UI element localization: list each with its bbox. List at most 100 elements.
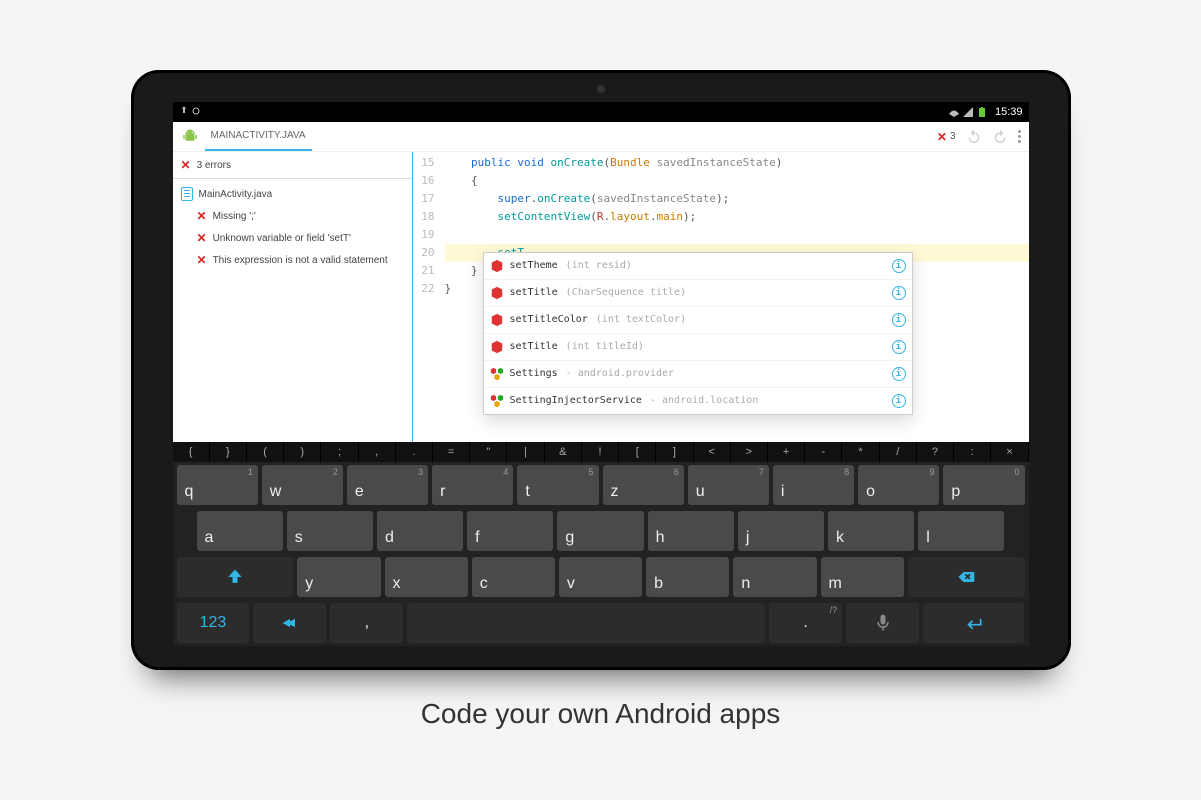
numeric-key[interactable]: 123 — [177, 603, 250, 643]
key-p[interactable]: p0 — [943, 465, 1024, 505]
code-content[interactable]: public void onCreate(Bundle savedInstanc… — [439, 152, 1029, 442]
symbol-key[interactable]: < — [694, 442, 731, 462]
symbol-key[interactable]: " — [470, 442, 507, 462]
symbol-key[interactable]: ( — [247, 442, 284, 462]
errors-panel: ✕ 3 errors MainActivity.java ✕ Missing '… — [173, 152, 413, 442]
errors-panel-title: 3 errors — [197, 160, 231, 171]
symbol-key[interactable]: [ — [619, 442, 656, 462]
key-r[interactable]: r4 — [432, 465, 513, 505]
key-n[interactable]: n — [733, 557, 816, 597]
info-icon[interactable]: i — [892, 259, 906, 273]
undo-icon[interactable] — [966, 129, 982, 145]
error-item[interactable]: ✕ Unknown variable or field 'setT' — [173, 227, 412, 249]
emoji-key[interactable] — [253, 603, 326, 643]
file-tab-label: MAINACTIVITY.JAVA — [211, 130, 306, 141]
info-icon[interactable]: i — [892, 394, 906, 408]
symbol-key[interactable]: * — [842, 442, 879, 462]
autocomplete-item[interactable]: setTitle(int titleId)i — [484, 334, 912, 361]
symbol-key[interactable]: > — [731, 442, 768, 462]
key-y[interactable]: y — [297, 557, 380, 597]
key-v[interactable]: v — [559, 557, 642, 597]
error-file-name: MainActivity.java — [199, 189, 273, 200]
toolbar-actions: ✕ 3 — [937, 129, 1021, 145]
key-x[interactable]: x — [385, 557, 468, 597]
symbol-key[interactable]: ) — [284, 442, 321, 462]
code-line[interactable] — [445, 226, 1029, 244]
file-tab[interactable]: MAINACTIVITY.JAVA — [205, 122, 312, 151]
symbol-key[interactable]: + — [768, 442, 805, 462]
symbol-key[interactable]: ; — [321, 442, 358, 462]
symbol-key[interactable]: - — [805, 442, 842, 462]
autocomplete-item[interactable]: SettingInjectorService - android.locatio… — [484, 388, 912, 414]
comma-key[interactable]: , — [330, 603, 403, 643]
enter-key[interactable] — [923, 603, 1024, 643]
error-x-icon: ✕ — [197, 209, 207, 223]
error-count: 3 — [950, 131, 956, 142]
symbol-key[interactable]: × — [991, 442, 1028, 462]
backspace-key[interactable] — [908, 557, 1025, 597]
key-d[interactable]: d — [377, 511, 463, 551]
symbol-key[interactable]: & — [545, 442, 582, 462]
info-icon[interactable]: i — [892, 340, 906, 354]
code-editor[interactable]: 1516171819202122 public void onCreate(Bu… — [413, 152, 1029, 442]
symbol-key[interactable]: ? — [917, 442, 954, 462]
key-q[interactable]: q1 — [177, 465, 258, 505]
key-h[interactable]: h — [648, 511, 734, 551]
autocomplete-item[interactable]: setTitle(CharSequence title)i — [484, 280, 912, 307]
key-s[interactable]: s — [287, 511, 373, 551]
key-j[interactable]: j — [738, 511, 824, 551]
code-line[interactable]: super.onCreate(savedInstanceState); — [445, 190, 1029, 208]
symbol-key[interactable]: ] — [656, 442, 693, 462]
key-f[interactable]: f — [467, 511, 553, 551]
period-key[interactable]: ./? — [769, 603, 842, 643]
key-b[interactable]: b — [646, 557, 729, 597]
info-icon[interactable]: i — [892, 286, 906, 300]
code-line[interactable]: setContentView(R.layout.main); — [445, 208, 1029, 226]
symbol-key[interactable]: | — [507, 442, 544, 462]
shift-key[interactable] — [177, 557, 294, 597]
errors-panel-header[interactable]: ✕ 3 errors — [173, 152, 412, 179]
symbol-key[interactable]: ! — [582, 442, 619, 462]
error-item[interactable]: ✕ This expression is not a valid stateme… — [173, 249, 412, 271]
symbol-key[interactable]: : — [954, 442, 991, 462]
key-l[interactable]: l — [918, 511, 1004, 551]
key-k[interactable]: k — [828, 511, 914, 551]
error-item[interactable]: ✕ Missing ';' — [173, 205, 412, 227]
overflow-menu-icon[interactable] — [1018, 130, 1021, 143]
code-line[interactable]: public void onCreate(Bundle savedInstanc… — [445, 154, 1029, 172]
file-icon — [181, 187, 193, 201]
symbol-key[interactable]: , — [359, 442, 396, 462]
keyboard-row-2: asdfghjkl — [173, 508, 1029, 554]
key-m[interactable]: m — [821, 557, 904, 597]
space-key[interactable] — [407, 603, 765, 643]
autocomplete-name: setTitleColor — [510, 311, 588, 329]
key-i[interactable]: i8 — [773, 465, 854, 505]
info-icon[interactable]: i — [892, 313, 906, 327]
symbol-key[interactable]: . — [396, 442, 433, 462]
autocomplete-item[interactable]: setTheme(int resid)i — [484, 253, 912, 280]
symbol-key[interactable]: } — [210, 442, 247, 462]
error-file-row[interactable]: MainActivity.java — [173, 183, 412, 205]
mic-key[interactable] — [846, 603, 919, 643]
key-a[interactable]: a — [197, 511, 283, 551]
symbol-key[interactable]: { — [173, 442, 210, 462]
error-indicator[interactable]: ✕ 3 — [937, 130, 956, 144]
key-g[interactable]: g — [557, 511, 643, 551]
key-u[interactable]: u7 — [688, 465, 769, 505]
key-e[interactable]: e3 — [347, 465, 428, 505]
key-w[interactable]: w2 — [262, 465, 343, 505]
symbol-key[interactable]: / — [880, 442, 917, 462]
symbol-key[interactable]: = — [433, 442, 470, 462]
code-line[interactable]: { — [445, 172, 1029, 190]
key-t[interactable]: t5 — [517, 465, 598, 505]
autocomplete-name: SettingInjectorService — [510, 392, 642, 410]
key-c[interactable]: c — [472, 557, 555, 597]
autocomplete-item[interactable]: Settings - android.provideri — [484, 361, 912, 388]
key-o[interactable]: o9 — [858, 465, 939, 505]
info-icon[interactable]: i — [892, 367, 906, 381]
redo-icon[interactable] — [992, 129, 1008, 145]
app-logo-icon — [181, 128, 199, 146]
key-z[interactable]: z6 — [603, 465, 684, 505]
autocomplete-name: setTheme — [510, 257, 558, 275]
autocomplete-item[interactable]: setTitleColor(int textColor)i — [484, 307, 912, 334]
